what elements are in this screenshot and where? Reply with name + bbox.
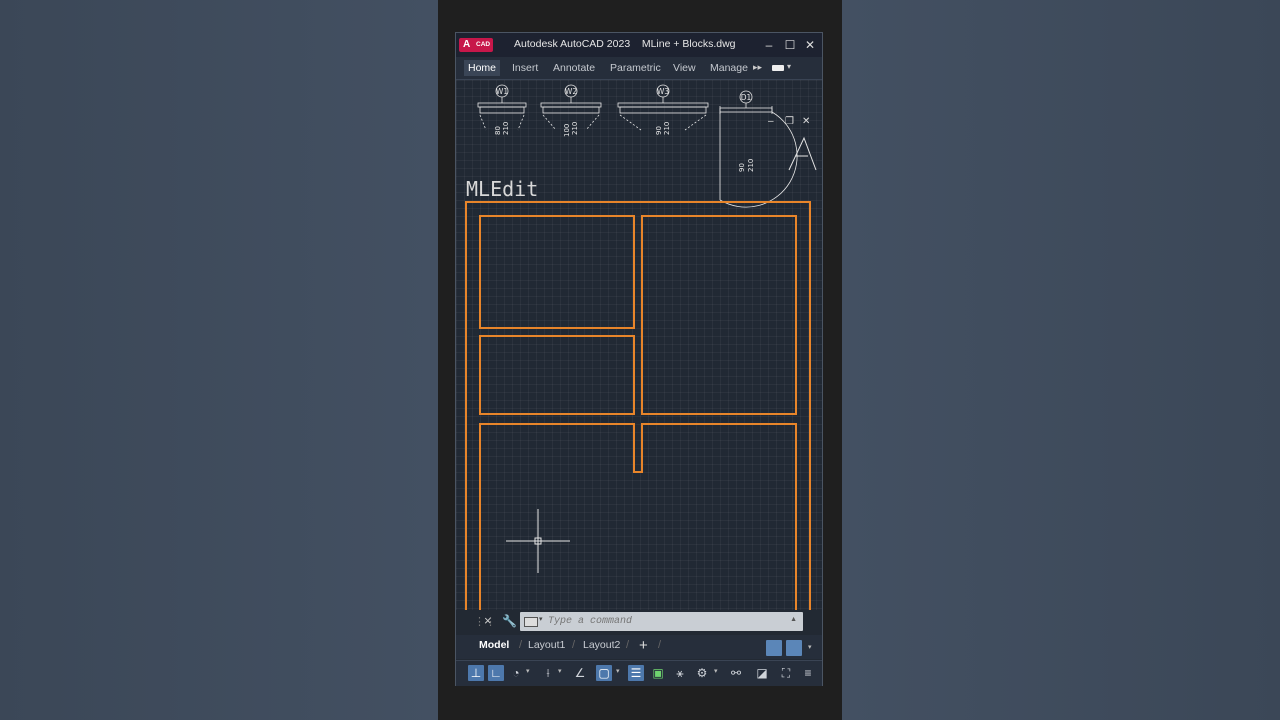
layout-tabs: Model / Layout1 / Layout2 / + / ▾ (456, 635, 822, 659)
customize-icon[interactable]: ≡ (800, 665, 816, 681)
annotation-scale-icon[interactable]: ⚹ (672, 665, 688, 681)
autocad-logo[interactable]: A CAD (459, 38, 493, 52)
model-space-icon[interactable]: ⊥ (468, 665, 484, 681)
viewport-minimize-button[interactable]: – (768, 116, 774, 127)
block-dim-w1-a: 80 (494, 126, 502, 135)
chevron-down-icon[interactable]: ▾ (526, 667, 530, 675)
osnap-tracking-icon[interactable]: ⟊ (540, 665, 556, 681)
command-input-box: ▾ ▲ (520, 612, 803, 631)
command-line: ⋮⋮ × 🔧 ▾ ▲ (456, 611, 822, 633)
tab-separator: / (626, 639, 630, 651)
tab-layout1[interactable]: Layout1 (528, 639, 565, 651)
outer-wall[interactable] (465, 201, 811, 610)
chevron-down-icon[interactable]: ▾ (714, 667, 718, 675)
isolate-icon[interactable]: ⚯ (728, 665, 744, 681)
block-tag-w3: W3 (657, 87, 669, 96)
wrench-icon[interactable]: 🔧 (502, 614, 517, 628)
drawing-canvas: W1 80 210 W2 100 210 W3 90 210 D1 90 210… (465, 84, 817, 610)
close-icon[interactable]: × (484, 613, 492, 628)
tab-separator: / (519, 639, 523, 651)
tab-parametric[interactable]: Parametric (606, 60, 665, 76)
tab-separator: / (572, 639, 576, 651)
command-history-icon[interactable] (524, 617, 538, 627)
block-dim-w2-b: 210 (571, 122, 579, 135)
tab-separator: / (658, 639, 662, 651)
viewport-close-button[interactable]: ✕ (802, 116, 810, 127)
transparency-icon[interactable]: ▣ (650, 665, 666, 681)
right-backdrop (842, 0, 1280, 720)
logo-text: CAD (476, 41, 491, 48)
chevron-down-icon[interactable]: ▾ (787, 62, 791, 71)
add-layout-button[interactable]: + (639, 637, 648, 654)
chevron-down-icon[interactable]: ▾ (616, 667, 620, 675)
chevron-down-icon[interactable]: ▾ (808, 643, 812, 651)
graphics-icon[interactable]: ◪ (754, 665, 770, 681)
polar-icon[interactable]: ◔ (508, 665, 524, 681)
logo-letter: A (463, 39, 471, 50)
tab-home[interactable]: Home (464, 60, 501, 76)
ribbon-overflow-icon[interactable]: ▸▸ (753, 62, 762, 73)
maximize-button[interactable]: ☐ (781, 36, 799, 54)
fullscreen-icon[interactable]: ⛶ (778, 665, 794, 681)
room-right[interactable] (641, 215, 797, 415)
drawing-area[interactable]: W1 80 210 W2 100 210 W3 90 210 D1 90 210… (456, 80, 822, 610)
viewport-restore-button[interactable]: ❐ (785, 116, 794, 127)
tab-view[interactable]: View (669, 60, 700, 76)
snap-grid-icon[interactable] (786, 640, 802, 656)
grid-icon[interactable] (766, 640, 782, 656)
block-w3[interactable]: W3 90 210 (617, 84, 709, 135)
command-input[interactable] (548, 613, 786, 629)
room-top-left[interactable] (479, 215, 635, 329)
window-title: Autodesk AutoCAD 2023 MLine + Blocks.dwg (514, 38, 736, 50)
selection-cycling-icon[interactable]: ▢ (596, 665, 612, 681)
lineweight-icon[interactable]: ☰ (628, 665, 644, 681)
tab-insert[interactable]: Insert (508, 60, 542, 76)
ribbon-tabs: Home Insert Annotate Parametric View Man… (456, 57, 822, 80)
tab-model[interactable]: Model (479, 639, 509, 651)
minimize-button[interactable]: – (760, 36, 778, 54)
block-dim-d1-b: 210 (747, 159, 755, 172)
block-w2[interactable]: W2 100 210 (540, 84, 602, 137)
block-dim-w2-a: 100 (563, 124, 571, 137)
block-dim-w3-a: 90 (655, 126, 663, 135)
block-dim-w3-b: 210 (663, 122, 671, 135)
chevron-up-icon[interactable]: ▲ (790, 616, 797, 623)
floor-plan[interactable] (465, 201, 811, 610)
block-tag-w1: W1 (496, 87, 508, 96)
status-bar: ⊥ ∟ ◔ ▾ ⟊ ▾ ∠ ▢ ▾ ☰ ▣ ⚹ ⚙ ▾ ⚯ ◪ ⛶ ≡ (456, 660, 822, 686)
room-bottom[interactable] (479, 423, 797, 610)
crosshair-cursor (506, 509, 570, 573)
close-button[interactable]: ✕ (801, 36, 819, 54)
block-w1[interactable]: W1 80 210 (477, 84, 527, 135)
autocad-window: A CAD Autodesk AutoCAD 2023 MLine + Bloc… (456, 33, 822, 686)
room-middle-left[interactable] (479, 335, 635, 415)
chevron-down-icon[interactable]: ▾ (558, 667, 562, 675)
chevron-down-icon[interactable]: ▾ (539, 615, 543, 623)
tab-annotate[interactable]: Annotate (549, 60, 599, 76)
block-tag-d1: D1 (741, 93, 752, 102)
tab-manage[interactable]: Manage (706, 60, 752, 76)
snap-icon[interactable]: ∟ (488, 665, 504, 681)
block-dim-w1-b: 210 (502, 122, 510, 135)
block-tag-w2: W2 (565, 87, 577, 96)
workspace-icon[interactable] (772, 65, 784, 71)
left-backdrop (0, 0, 438, 720)
tab-layout2[interactable]: Layout2 (583, 639, 620, 651)
autocad-watermark-icon (788, 136, 817, 171)
gear-icon[interactable]: ⚙ (694, 665, 710, 681)
title-bar: A CAD Autodesk AutoCAD 2023 MLine + Bloc… (456, 33, 822, 57)
block-d1[interactable]: D1 90 210 (719, 90, 798, 208)
mledit-heading: MLEdit (466, 177, 538, 201)
block-dim-d1-a: 90 (738, 163, 746, 172)
angle-icon[interactable]: ∠ (572, 665, 588, 681)
